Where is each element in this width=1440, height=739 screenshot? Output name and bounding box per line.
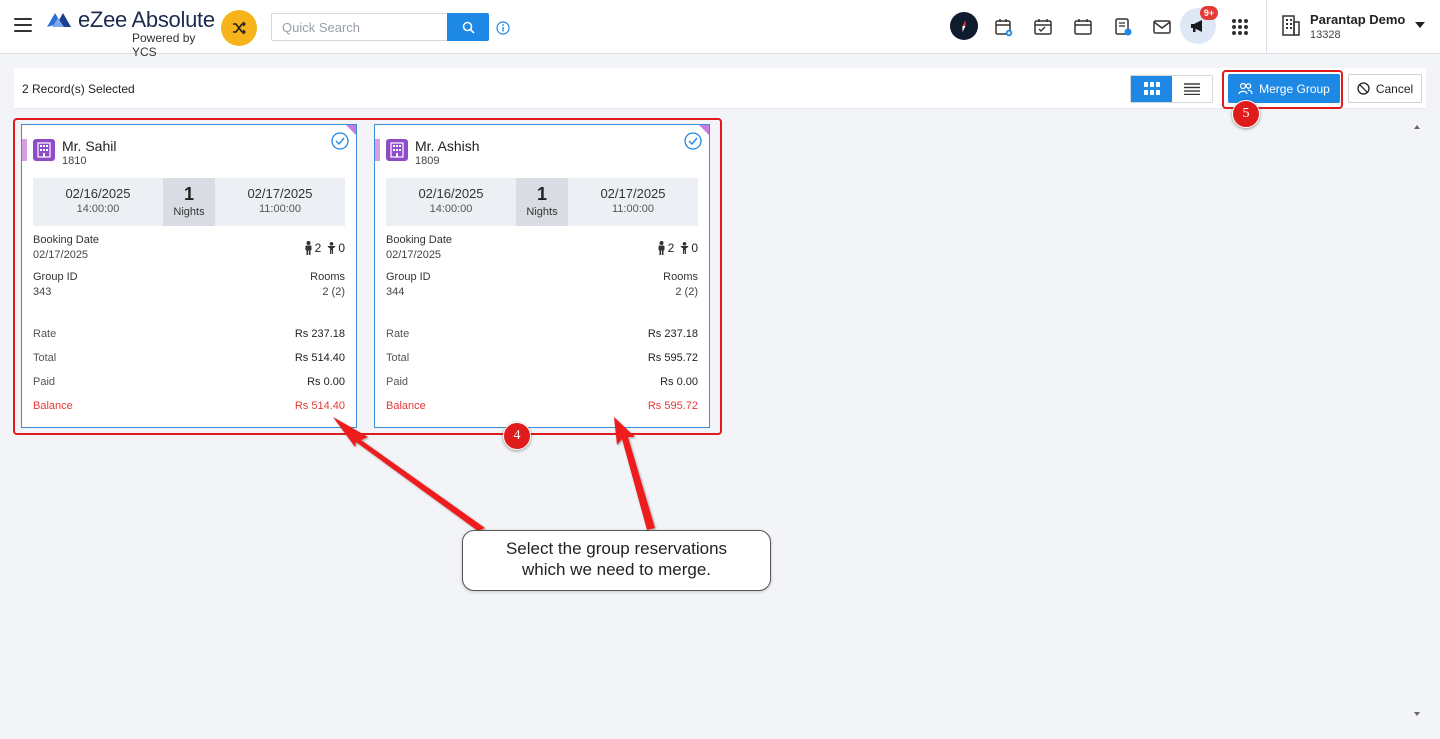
callout-line-2: which we need to merge. — [522, 560, 711, 579]
callout-line-1: Select the group reservations — [505, 539, 728, 558]
callout-arrows — [333, 417, 655, 531]
instruction-callout: Select the group reservations which we n… — [462, 530, 771, 591]
scroll-up-arrow[interactable] — [1414, 125, 1420, 129]
scroll-down-arrow[interactable] — [1414, 712, 1420, 716]
